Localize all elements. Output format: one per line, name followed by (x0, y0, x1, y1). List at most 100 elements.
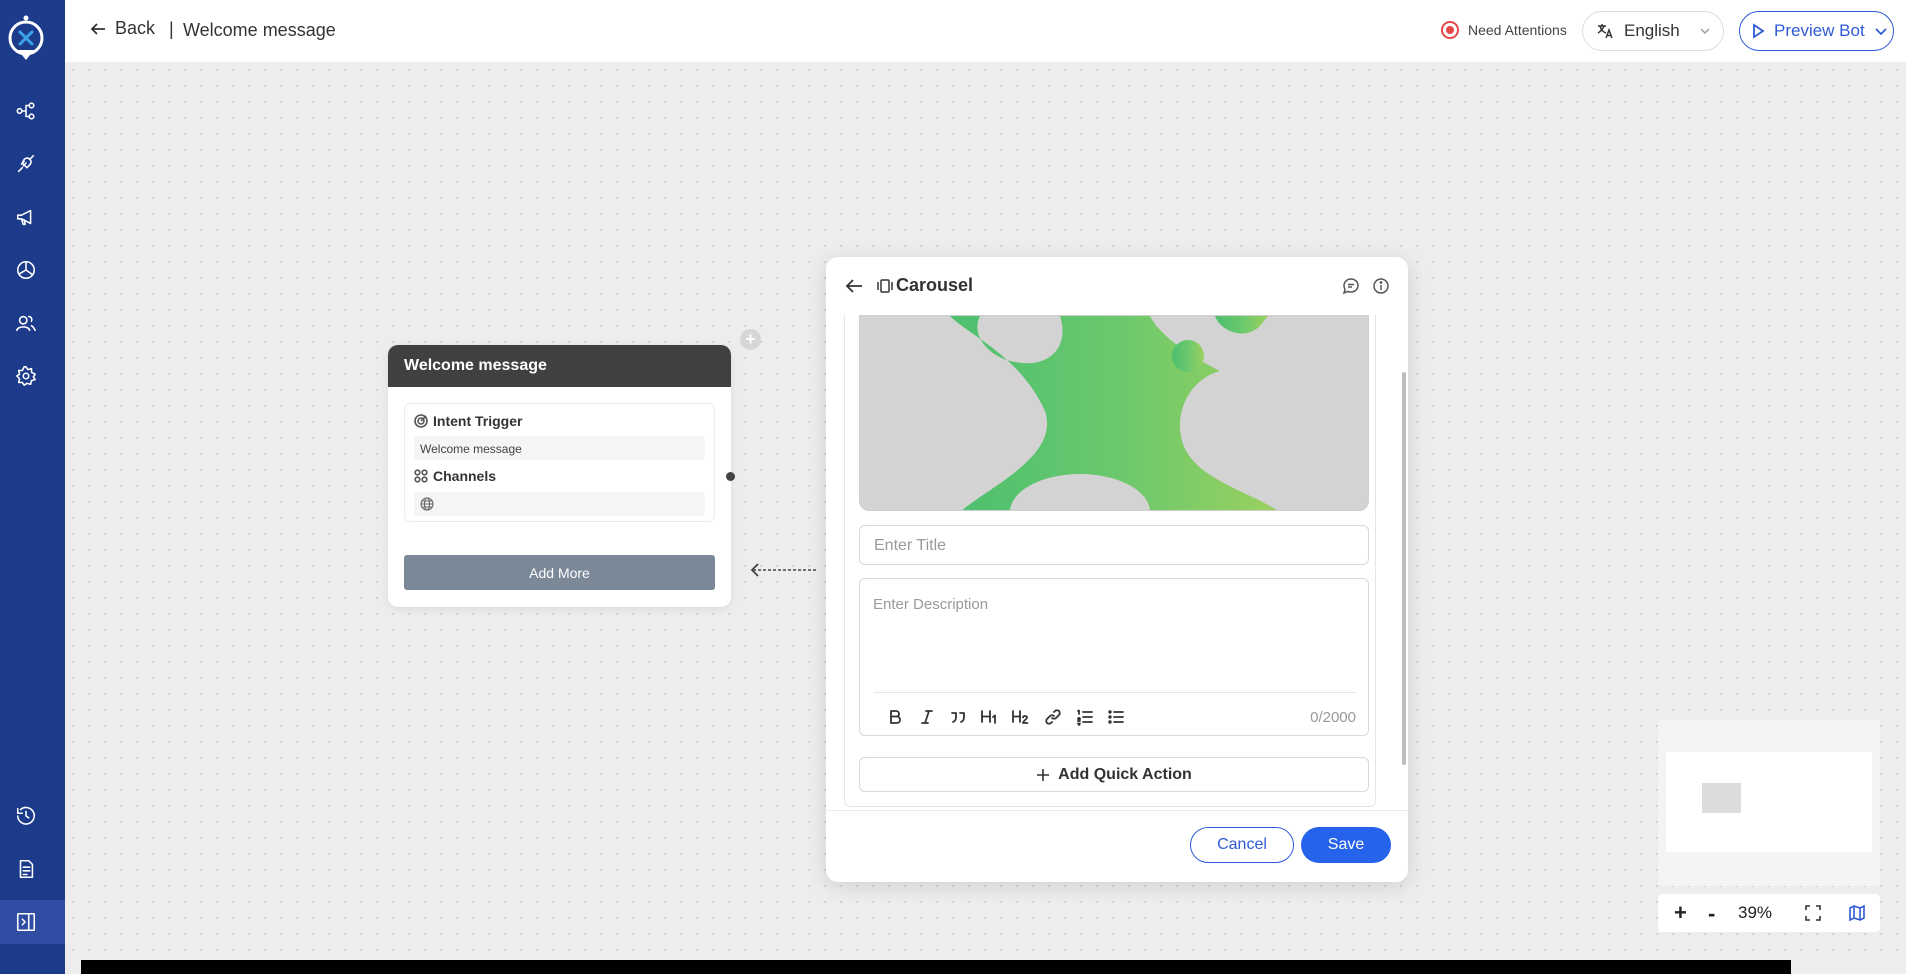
language-select[interactable]: English (1582, 11, 1724, 51)
brand-logo-icon[interactable] (7, 14, 45, 64)
sidebar-item-integrations[interactable] (0, 142, 52, 186)
quick-action-label: Add Quick Action (1058, 765, 1192, 783)
alert-dot-icon (1441, 21, 1459, 39)
page-title: Welcome message (183, 20, 336, 40)
sidebar-item-history[interactable] (0, 794, 52, 838)
history-icon (16, 806, 36, 825)
carousel-card-editor: Enter Title Enter Description 0/2000 Add… (844, 315, 1376, 807)
connector-arrow-icon (750, 563, 818, 577)
channels-label: Channels (414, 468, 496, 484)
link-icon (1045, 709, 1061, 725)
minimap-node (1702, 783, 1741, 813)
italic-button[interactable] (916, 706, 938, 728)
target-icon (414, 414, 428, 428)
users-icon (16, 315, 36, 332)
intent-trigger-label: Intent Trigger (414, 413, 522, 429)
panel-title: Carousel (896, 275, 974, 295)
attention-label: Need Attentions (1468, 22, 1567, 38)
flow-icon (16, 102, 35, 120)
add-quick-action-button[interactable]: Add Quick Action (859, 757, 1369, 792)
bottom-bar (81, 960, 1791, 974)
heading-2-icon (1012, 710, 1029, 724)
preview-label: Preview Bot (1774, 21, 1865, 40)
sidebar-item-analytics[interactable] (0, 248, 52, 292)
sidebar-collapse-toggle[interactable] (0, 900, 65, 944)
breadcrumb-separator: | (169, 19, 174, 39)
italic-icon (921, 710, 933, 724)
add-more-button[interactable]: Add More (404, 555, 715, 590)
heading-1-button[interactable] (978, 706, 1000, 728)
zoom-controls: + - 39% (1658, 894, 1880, 932)
node-title: Welcome message (388, 345, 731, 387)
card-title-input[interactable]: Enter Title (859, 525, 1369, 565)
chevron-down-icon (1700, 28, 1710, 34)
intent-trigger-value: Welcome message (414, 436, 705, 460)
link-button[interactable] (1042, 706, 1064, 728)
zoom-out-button[interactable]: - (1708, 901, 1715, 927)
minimap[interactable] (1658, 720, 1880, 886)
sidebar-item-settings[interactable] (0, 354, 52, 398)
need-attentions-indicator[interactable]: Need Attentions (1441, 21, 1567, 39)
preview-bot-button[interactable]: Preview Bot (1739, 11, 1894, 51)
chevron-down-icon (1875, 28, 1887, 36)
document-icon (19, 859, 34, 879)
character-counter: 0/2000 (1310, 709, 1356, 726)
carousel-image[interactable] (859, 315, 1369, 511)
card-description-editor[interactable]: Enter Description 0/2000 (859, 578, 1369, 736)
image-graphic (950, 316, 1277, 510)
arrow-left-icon[interactable] (844, 276, 864, 296)
sidebar-item-users[interactable] (0, 301, 52, 345)
language-selected-value: English (1624, 21, 1680, 40)
intent-trigger-text: Intent Trigger (433, 413, 523, 429)
comment-icon[interactable] (1342, 277, 1360, 295)
plus-icon (1037, 768, 1050, 781)
bullet-list-icon (1108, 710, 1124, 724)
globe-icon (420, 497, 434, 511)
panel-footer: Cancel Save (826, 810, 1408, 882)
heading-2-button[interactable] (1009, 706, 1031, 728)
node-trigger-box: Intent Trigger Welcome message Channels (404, 403, 715, 522)
channels-text: Channels (433, 468, 497, 484)
sidebar-item-flows[interactable] (0, 89, 52, 133)
channels-value (414, 492, 705, 516)
sidebar-item-broadcast[interactable] (0, 195, 52, 239)
heading-1-icon (981, 710, 996, 724)
pie-chart-icon (16, 260, 36, 280)
description-placeholder: Enter Description (873, 596, 989, 613)
info-icon[interactable] (1372, 277, 1390, 295)
arrow-left-icon (90, 22, 105, 35)
play-icon (1753, 23, 1765, 39)
fit-view-icon[interactable] (1804, 904, 1822, 922)
carousel-icon (877, 279, 893, 293)
cancel-button[interactable]: Cancel (1190, 827, 1294, 863)
minimap-viewport (1666, 752, 1872, 852)
welcome-message-node[interactable]: Welcome message Intent Trigger Welcome m… (388, 345, 731, 607)
channels-icon (414, 469, 428, 483)
quote-icon (951, 712, 965, 723)
gear-icon (16, 366, 36, 386)
ordered-list-icon (1077, 709, 1093, 726)
map-icon[interactable] (1848, 904, 1866, 922)
ordered-list-button[interactable] (1074, 706, 1096, 728)
carousel-editor-panel: Carousel Enter Title Enter Description 0… (826, 257, 1408, 882)
panel-scrollbar[interactable] (1402, 372, 1406, 765)
zoom-in-button[interactable]: + (1674, 900, 1687, 926)
bullet-list-button[interactable] (1105, 706, 1127, 728)
panel-header: Carousel (826, 257, 1408, 315)
sidebar (0, 0, 65, 974)
add-node-plus-icon[interactable]: + (740, 329, 761, 350)
node-output-handle[interactable] (726, 472, 735, 481)
bold-icon (890, 710, 901, 724)
bold-button[interactable] (884, 706, 906, 728)
save-button[interactable]: Save (1301, 827, 1391, 863)
back-label: Back (115, 18, 156, 38)
plug-icon (17, 154, 35, 173)
quote-button[interactable] (947, 706, 969, 728)
back-button[interactable]: Back (89, 18, 155, 39)
sidebar-item-documents[interactable] (0, 847, 52, 891)
collapse-panel-icon (16, 912, 36, 932)
translate-icon (1597, 24, 1613, 39)
megaphone-icon (16, 209, 32, 226)
zoom-level: 39% (1738, 903, 1773, 922)
top-header: Back | Welcome message Need Attentions E… (65, 0, 1906, 62)
